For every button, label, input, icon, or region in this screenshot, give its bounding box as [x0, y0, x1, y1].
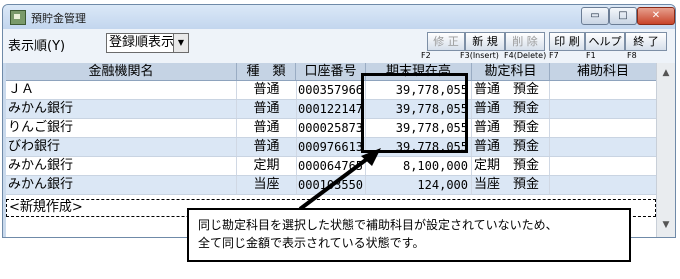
callout-arrow-line — [298, 154, 373, 211]
callout-line-2: 全て同じ金額で表示されている状態です。 — [198, 236, 425, 250]
callout-line-1: 同じ勘定科目を選択した状態で補助科目が設定されていないため、 — [198, 218, 558, 232]
annotation-callout: 同じ勘定科目を選択した状態で補助科目が設定されていないため、 全て同じ金額で表示… — [187, 208, 631, 262]
